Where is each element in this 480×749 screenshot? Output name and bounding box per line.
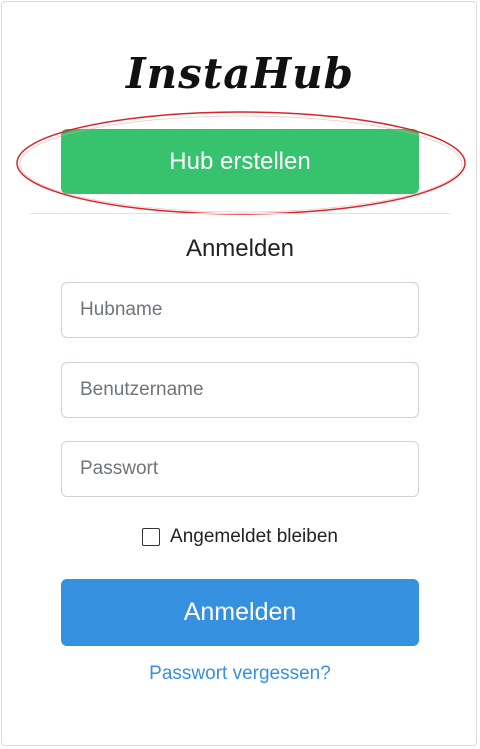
password-input[interactable] <box>61 441 419 497</box>
forgot-password-link[interactable]: Passwort vergessen? <box>0 660 480 688</box>
hubname-input[interactable] <box>61 282 419 338</box>
remember-me-checkbox[interactable] <box>142 528 161 546</box>
instahub-logo: InstaHub <box>125 49 355 98</box>
login-title: Anmelden <box>185 235 295 262</box>
create-hub-button[interactable]: Hub erstellen <box>61 129 419 194</box>
section-divider <box>30 213 450 214</box>
username-input[interactable] <box>61 362 419 418</box>
remember-me-row: Angemeldet bleiben <box>0 526 480 548</box>
login-button[interactable]: Anmelden <box>61 579 419 646</box>
remember-me-label[interactable]: Angemeldet bleiben <box>170 526 338 548</box>
